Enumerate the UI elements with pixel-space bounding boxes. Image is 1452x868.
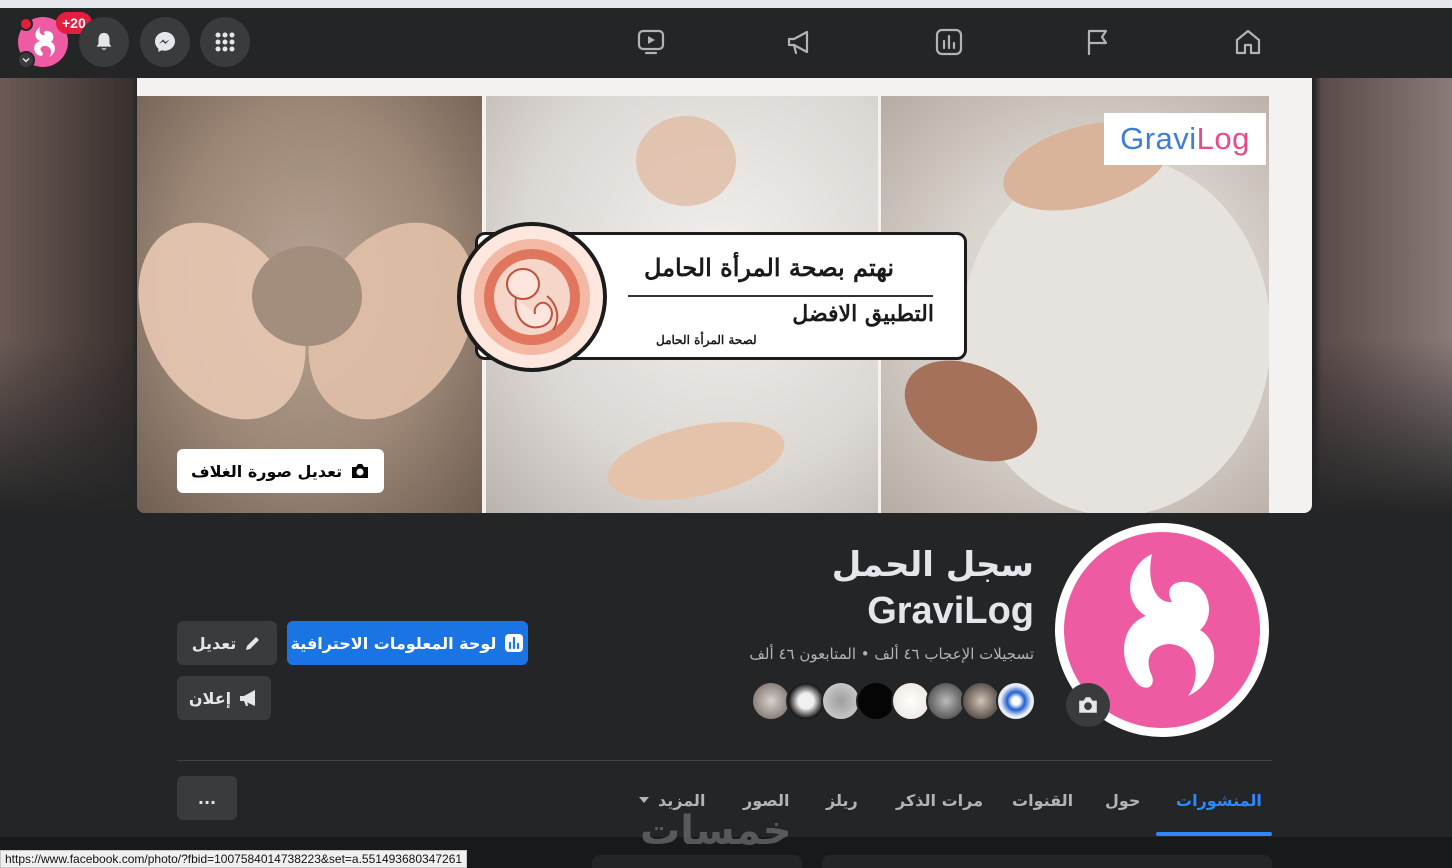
banner-divider — [628, 295, 933, 297]
professional-dashboard-button[interactable]: لوحة المعلومات الاحترافية — [287, 621, 528, 665]
banner-line-3: لصحة المرأة الحامل — [656, 333, 757, 347]
video-icon — [637, 29, 665, 55]
tab-mentions[interactable]: مرات الذكر — [896, 776, 983, 824]
apps-grid-icon — [215, 32, 235, 52]
megaphone-icon — [787, 30, 809, 55]
follower-avatar[interactable] — [891, 681, 931, 721]
dashboard-label: لوحة المعلومات الاحترافية — [290, 633, 497, 653]
nav-home[interactable] — [1232, 26, 1264, 58]
follower-avatar[interactable] — [926, 681, 966, 721]
more-options-label: ... — [197, 788, 217, 808]
page-title-arabic: سجل الحمل — [831, 545, 1034, 585]
tab-more-label: المزيد — [658, 790, 706, 810]
status-dot — [19, 17, 33, 31]
logo-text-prefix: Gravi — [1120, 121, 1197, 156]
cover-photo[interactable]: نهتم بصحة المرأة الحامل التطبيق الافضل ل… — [137, 78, 1312, 513]
follower-avatar[interactable] — [821, 681, 861, 721]
chevron-down-icon — [22, 57, 30, 63]
update-profile-picture-button[interactable] — [1066, 683, 1110, 727]
account-menu-chevron[interactable] — [17, 51, 35, 69]
follower-avatar[interactable] — [996, 681, 1036, 721]
edit-cover-label: تعديل صورة الغلاف — [191, 461, 343, 481]
active-tab-indicator — [1156, 832, 1272, 836]
follower-avatars[interactable] — [751, 681, 1036, 721]
tab-channels[interactable]: القنوات — [1012, 776, 1073, 824]
menu-button[interactable] — [200, 17, 250, 67]
advertise-button[interactable]: إعلان — [177, 676, 271, 720]
browser-top-strip — [0, 0, 1452, 8]
page-title-english: GraviLog — [867, 590, 1034, 632]
flag-icon — [1087, 29, 1108, 56]
gravilog-logo: Gravi Log — [1104, 113, 1266, 165]
follower-avatar[interactable] — [961, 681, 1001, 721]
page-stats[interactable]: تسجيلات الإعجاب ٤٦ ألف • المتابعون ٤٦ أل… — [749, 645, 1034, 663]
pencil-icon — [246, 637, 260, 650]
messenger-icon — [155, 32, 175, 52]
megaphone-icon — [240, 690, 256, 706]
embryo-illustration — [457, 222, 607, 372]
messenger-button[interactable] — [140, 17, 190, 67]
feed-card-left — [592, 855, 802, 868]
edit-label: تعديل — [191, 633, 237, 653]
banner-line-1: نهتم بصحة المرأة الحامل — [643, 253, 894, 282]
edit-page-button[interactable]: تعديل — [177, 621, 277, 665]
tab-posts[interactable]: المنشورات — [1176, 776, 1262, 824]
follower-avatar[interactable] — [751, 681, 791, 721]
logo-text-suffix: Log — [1196, 121, 1250, 156]
insights-icon — [935, 28, 963, 56]
nav-ads[interactable] — [784, 26, 816, 58]
caret-down-icon — [639, 797, 649, 803]
edit-cover-photo-button[interactable]: تعديل صورة الغلاف — [177, 449, 385, 493]
follower-avatar[interactable] — [786, 681, 826, 721]
camera-icon — [352, 464, 369, 478]
camera-icon — [1079, 697, 1097, 713]
tab-about[interactable]: حول — [1105, 776, 1140, 824]
follower-avatar[interactable] — [856, 681, 896, 721]
home-icon — [1235, 29, 1261, 55]
more-options-button[interactable]: ... — [177, 776, 237, 820]
header-divider — [177, 760, 1272, 761]
insights-icon — [505, 634, 524, 652]
nav-pages[interactable] — [1082, 26, 1114, 58]
notifications-button[interactable] — [79, 17, 129, 67]
watermark-logo: خمسات — [640, 808, 792, 854]
feed-card-right — [822, 855, 1272, 868]
nav-insights[interactable] — [933, 26, 965, 58]
embryo-icon — [474, 239, 590, 355]
banner-line-2: التطبيق الافضل — [792, 301, 934, 327]
bell-icon — [96, 32, 112, 50]
ad-label: إعلان — [188, 688, 232, 708]
tab-reels[interactable]: ريلز — [826, 776, 858, 824]
browser-status-url: https://www.facebook.com/photo/?fbid=100… — [0, 850, 468, 868]
nav-video[interactable] — [635, 26, 667, 58]
